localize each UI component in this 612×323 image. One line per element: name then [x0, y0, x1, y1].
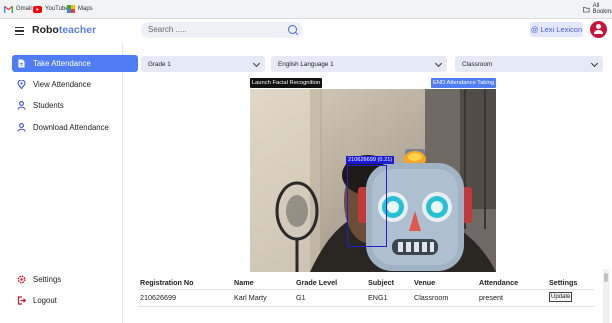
- chevron-down-icon: [590, 59, 599, 68]
- person-icon: [17, 101, 26, 110]
- user-name-chip[interactable]: @ Lexi Lexicon: [530, 22, 583, 37]
- sidebar-item-students[interactable]: Students: [12, 97, 138, 114]
- bookmark-maps[interactable]: Maps: [67, 4, 93, 14]
- brand-logo: Roboteacher: [32, 24, 96, 36]
- sidebar-item-label: Download Attendance: [33, 123, 109, 132]
- maps-icon: [67, 5, 75, 13]
- sidebar-item-take-attendance[interactable]: Take Attendance: [12, 55, 138, 72]
- table-divider: [138, 289, 594, 290]
- grade-select-value: Grade 1: [148, 60, 171, 68]
- bookmark-youtube[interactable]: YouTube: [33, 4, 69, 14]
- cell-venue: Classroom: [414, 293, 449, 302]
- bookmark-label: Maps: [78, 6, 93, 12]
- bookmark-all[interactable]: All Bookmarks: [583, 3, 612, 15]
- bookmark-gmail[interactable]: Gmail: [4, 4, 32, 14]
- cell-name: Karl Marty: [234, 293, 267, 302]
- column-header: Registration No: [140, 278, 194, 287]
- cell-attendance: present: [479, 293, 503, 302]
- folder-icon: [583, 6, 590, 12]
- user-name: Lexi Lexicon: [540, 25, 583, 34]
- venue-select-value: Classroom: [462, 60, 493, 68]
- sidebar-item-label: Students: [33, 101, 64, 110]
- sidebar-item-logout[interactable]: Logout: [12, 292, 138, 309]
- sidebar-item-label: Take Attendance: [33, 59, 91, 68]
- logout-icon: [17, 296, 26, 305]
- column-header: Attendance: [479, 278, 519, 287]
- location-pin-icon: [17, 80, 26, 89]
- brand-suffix: teacher: [58, 24, 97, 36]
- gear-icon: [17, 275, 26, 284]
- sidebar-item-view-attendance[interactable]: View Attendance: [12, 76, 138, 93]
- end-attendance-button[interactable]: END Attendance Taking: [431, 78, 496, 88]
- avatar[interactable]: [590, 21, 607, 38]
- cell-registration-no: 210626699: [140, 293, 176, 302]
- at-icon: @: [530, 25, 539, 34]
- sidebar-item-label: Logout: [33, 296, 57, 305]
- menu-icon[interactable]: [15, 27, 24, 36]
- column-header: Subject: [368, 278, 394, 287]
- cell-grade-level: G1: [296, 293, 306, 302]
- gmail-icon: [4, 5, 13, 13]
- document-icon: [18, 59, 25, 68]
- face-detection-box: [347, 165, 387, 247]
- search-input[interactable]: Search .....: [148, 25, 187, 34]
- chevron-down-icon: [434, 59, 443, 68]
- column-header: Name: [234, 278, 254, 287]
- search-box[interactable]: Search .....: [141, 22, 303, 38]
- sidebar-item-label: View Attendance: [33, 80, 91, 89]
- person-icon: [17, 123, 26, 132]
- sidebar-item-settings[interactable]: Settings: [12, 271, 138, 288]
- sidebar-item-download-attendance[interactable]: Download Attendance: [12, 119, 138, 136]
- face-detection-label: 210626699 (0.21): [346, 156, 395, 164]
- cell-subject: ENG1: [368, 293, 388, 302]
- bookmarks-bar: Gmail YouTube Maps All Bookmarks: [0, 0, 612, 19]
- subject-select-value: English Language 1: [278, 60, 334, 68]
- bookmark-label: YouTube: [45, 6, 69, 12]
- bookmark-label: Gmail: [16, 6, 32, 12]
- bookmark-label: All Bookmarks: [592, 3, 612, 15]
- venue-select[interactable]: Classroom: [455, 56, 603, 72]
- update-button[interactable]: Update: [549, 292, 573, 302]
- subject-select[interactable]: English Language 1: [271, 56, 447, 72]
- brand-prefix: Robo: [32, 24, 59, 36]
- grade-select[interactable]: Grade 1: [141, 56, 265, 72]
- column-header: Grade Level: [296, 278, 338, 287]
- column-header: Settings: [549, 278, 578, 287]
- column-header: Venue: [414, 278, 436, 287]
- chevron-down-icon: [252, 59, 261, 68]
- table-divider: [138, 306, 594, 307]
- sidebar-item-label: Settings: [33, 275, 62, 284]
- search-icon[interactable]: [288, 25, 297, 34]
- youtube-icon: [33, 5, 42, 13]
- scrollbar-thumb[interactable]: [604, 273, 608, 282]
- launch-facial-recognition-button[interactable]: Launch Facial Recognition: [250, 78, 322, 88]
